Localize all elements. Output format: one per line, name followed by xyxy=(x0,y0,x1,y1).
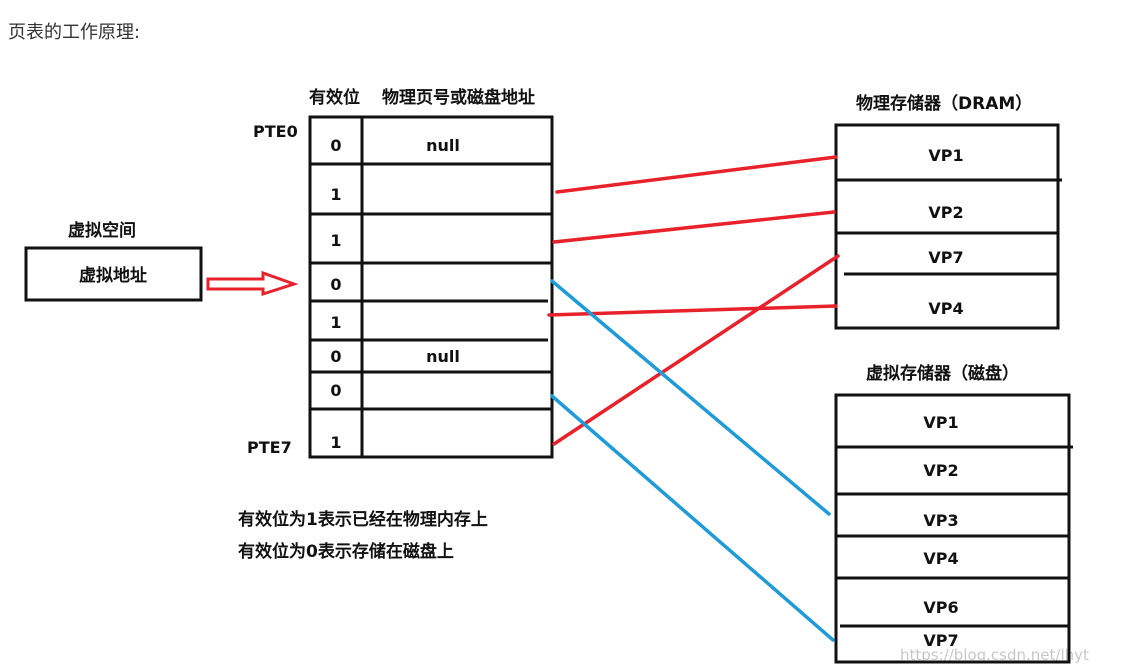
pte-valid-bit: 0 xyxy=(330,136,341,155)
disk-page-label: VP3 xyxy=(923,511,958,530)
col-header-address: 物理页号或磁盘地址 xyxy=(382,87,535,108)
disk-mapping-line xyxy=(550,394,835,642)
mapping-lines xyxy=(547,155,840,642)
disk-pages: VP1 VP2 VP3 VP4 VP6 VP7 xyxy=(923,413,958,650)
note-valid-1: 有效位为1表示已经在物理内存上 xyxy=(238,509,488,530)
pte0-label: PTE0 xyxy=(253,122,298,141)
pte-valid-bit: 0 xyxy=(330,347,341,366)
dram-mapping-line xyxy=(555,155,838,194)
disk-page-label: VP2 xyxy=(923,461,958,480)
pte-address: null xyxy=(426,136,460,155)
pte7-label: PTE7 xyxy=(247,438,292,457)
dram-mapping-line xyxy=(552,254,840,446)
dram-page-label: VP2 xyxy=(928,203,963,222)
page-table-outline xyxy=(308,115,554,459)
disk-page-label: VP7 xyxy=(923,631,958,650)
pte-valid-bit: 0 xyxy=(330,381,341,400)
note-valid-0: 有效位为0表示存储在磁盘上 xyxy=(238,541,454,562)
lookup-arrow-icon xyxy=(206,270,299,297)
disk-mapping-line xyxy=(550,279,831,516)
dram-title: 物理存储器（DRAM） xyxy=(856,93,1032,114)
pte-valid-bit: 1 xyxy=(330,433,341,452)
pte-valid-bit: 1 xyxy=(330,185,341,204)
dram-page-label: VP4 xyxy=(928,299,963,318)
disk-page-label: VP4 xyxy=(923,549,958,568)
col-header-valid: 有效位 xyxy=(309,87,360,108)
dram-page-label: VP7 xyxy=(928,248,963,267)
pte-valid-bit: 1 xyxy=(330,231,341,250)
virtual-address-label: 虚拟地址 xyxy=(79,265,147,286)
disk-page-label: VP6 xyxy=(923,598,958,617)
dram-page-label: VP1 xyxy=(928,146,963,165)
page-table-rows: 0 null 1 1 0 1 0 null 0 1 xyxy=(330,136,459,452)
pte-address: null xyxy=(426,347,460,366)
virtual-space-title: 虚拟空间 xyxy=(68,220,136,241)
disk-page-label: VP1 xyxy=(923,413,958,432)
pte-valid-bit: 1 xyxy=(330,313,341,332)
pte-valid-bit: 0 xyxy=(330,275,341,294)
disk-title: 虚拟存储器（磁盘） xyxy=(866,363,1019,384)
dram-mapping-line xyxy=(552,210,836,244)
page-table-diagram: https://blog.csdn.net/lhyt 虚拟空间 虚拟地址 有效位… xyxy=(24,87,1089,664)
page-table-row-dividers xyxy=(310,162,552,411)
